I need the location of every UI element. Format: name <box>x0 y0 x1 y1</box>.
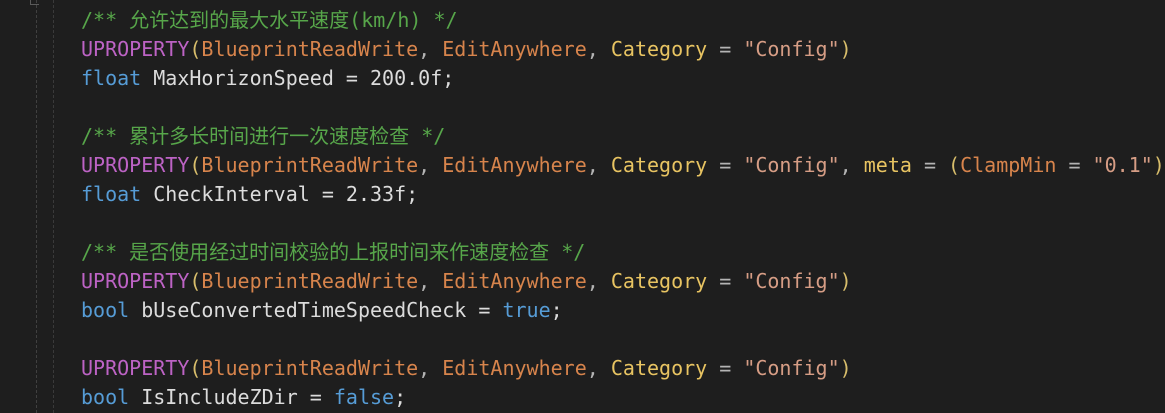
code-line[interactable]: /** 是否使用经过时间校验的上报时间来作速度检查 */ <box>81 238 585 267</box>
punctuation-token: ; <box>394 385 407 409</box>
string-token: "Config" <box>743 356 840 380</box>
keyword-token: false <box>333 385 395 409</box>
keyword-token: bool <box>81 298 130 322</box>
keyword-token: float <box>81 182 142 206</box>
indent-guide <box>36 0 37 413</box>
indent-guide <box>53 0 54 413</box>
fold-marker <box>30 0 39 5</box>
punctuation-token: = <box>707 153 744 177</box>
punctuation-token: ) <box>839 356 852 380</box>
code-line[interactable]: float CheckInterval = 2.33f; <box>81 180 418 209</box>
code-comment: /** 累计多长时间进行一次速度检查 */ <box>81 124 446 148</box>
punctuation-token: ( <box>189 356 202 380</box>
code-comment: /** 是否使用经过时间校验的上报时间来作速度检查 */ <box>81 240 586 264</box>
specifier-token: EditAnywhere <box>442 269 587 293</box>
specifier-token: Category <box>610 269 708 293</box>
punctuation-token: ; <box>550 298 563 322</box>
code-comment: /** 允许达到的最大水平速度(km/h) */ <box>81 8 458 32</box>
punctuation-token: = <box>1056 153 1093 177</box>
code-editor[interactable]: /** 允许达到的最大水平速度(km/h) */UPROPERTY(Bluepr… <box>0 0 1165 413</box>
code-line[interactable]: UPROPERTY(BlueprintReadWrite, EditAnywhe… <box>81 354 852 383</box>
specifier-token: meta <box>863 153 912 177</box>
punctuation-token: , <box>418 153 443 177</box>
punctuation-token: , <box>586 153 611 177</box>
punctuation-token: ( <box>189 269 202 293</box>
punctuation-token: = <box>911 153 949 177</box>
keyword-token: float <box>81 66 142 90</box>
string-token: "Config" <box>743 269 840 293</box>
keyword-token: true <box>502 298 551 322</box>
macro-token: UPROPERTY <box>81 37 190 61</box>
punctuation-token: , <box>839 153 864 177</box>
specifier-token: EditAnywhere <box>442 37 587 61</box>
specifier-token: Category <box>610 37 708 61</box>
specifier-token: BlueprintReadWrite <box>201 37 419 61</box>
specifier-token: Category <box>610 356 708 380</box>
punctuation-token: , <box>586 37 611 61</box>
identifier-token: bUseConvertedTimeSpeedCheck = <box>129 298 503 322</box>
keyword-token: bool <box>81 385 130 409</box>
string-token: "Config" <box>743 153 840 177</box>
code-line[interactable]: bool bUseConvertedTimeSpeedCheck = true; <box>81 296 563 325</box>
punctuation-token: , <box>418 37 443 61</box>
macro-token: UPROPERTY <box>81 269 190 293</box>
identifier-token: MaxHorizonSpeed = 200.0f; <box>141 66 455 90</box>
specifier-token: BlueprintReadWrite <box>201 356 419 380</box>
specifier-token: EditAnywhere <box>442 356 587 380</box>
code-line[interactable]: UPROPERTY(BlueprintReadWrite, EditAnywhe… <box>81 267 852 296</box>
punctuation-token: , <box>586 269 611 293</box>
identifier-token: CheckInterval = 2.33f; <box>141 182 419 206</box>
punctuation-token: = <box>707 269 744 293</box>
punctuation-token: ( <box>189 153 202 177</box>
punctuation-token: ( <box>948 153 961 177</box>
punctuation-token: , <box>418 356 443 380</box>
specifier-token: Category <box>610 153 708 177</box>
code-line[interactable]: float MaxHorizonSpeed = 200.0f; <box>81 64 454 93</box>
macro-token: UPROPERTY <box>81 153 190 177</box>
punctuation-token: ) <box>839 37 852 61</box>
punctuation-token: )) <box>1152 153 1165 177</box>
string-token: "0.1" <box>1092 153 1153 177</box>
specifier-token: BlueprintReadWrite <box>201 153 419 177</box>
string-token: "Config" <box>743 37 840 61</box>
code-line[interactable]: /** 允许达到的最大水平速度(km/h) */ <box>81 6 458 35</box>
punctuation-token: ) <box>839 269 852 293</box>
code-line[interactable]: UPROPERTY(BlueprintReadWrite, EditAnywhe… <box>81 35 852 64</box>
code-line[interactable]: UPROPERTY(BlueprintReadWrite, EditAnywhe… <box>81 151 1165 180</box>
punctuation-token: = <box>707 37 744 61</box>
identifier-token: IsIncludeZDir = <box>129 385 334 409</box>
specifier-token: EditAnywhere <box>442 153 587 177</box>
punctuation-token: = <box>707 356 744 380</box>
specifier-token: ClampMin <box>960 153 1057 177</box>
punctuation-token: ( <box>189 37 202 61</box>
specifier-token: BlueprintReadWrite <box>201 269 419 293</box>
code-line[interactable]: /** 累计多长时间进行一次速度检查 */ <box>81 122 445 151</box>
macro-token: UPROPERTY <box>81 356 190 380</box>
punctuation-token: , <box>418 269 443 293</box>
punctuation-token: , <box>586 356 611 380</box>
code-line[interactable]: bool IsIncludeZDir = false; <box>81 383 406 412</box>
